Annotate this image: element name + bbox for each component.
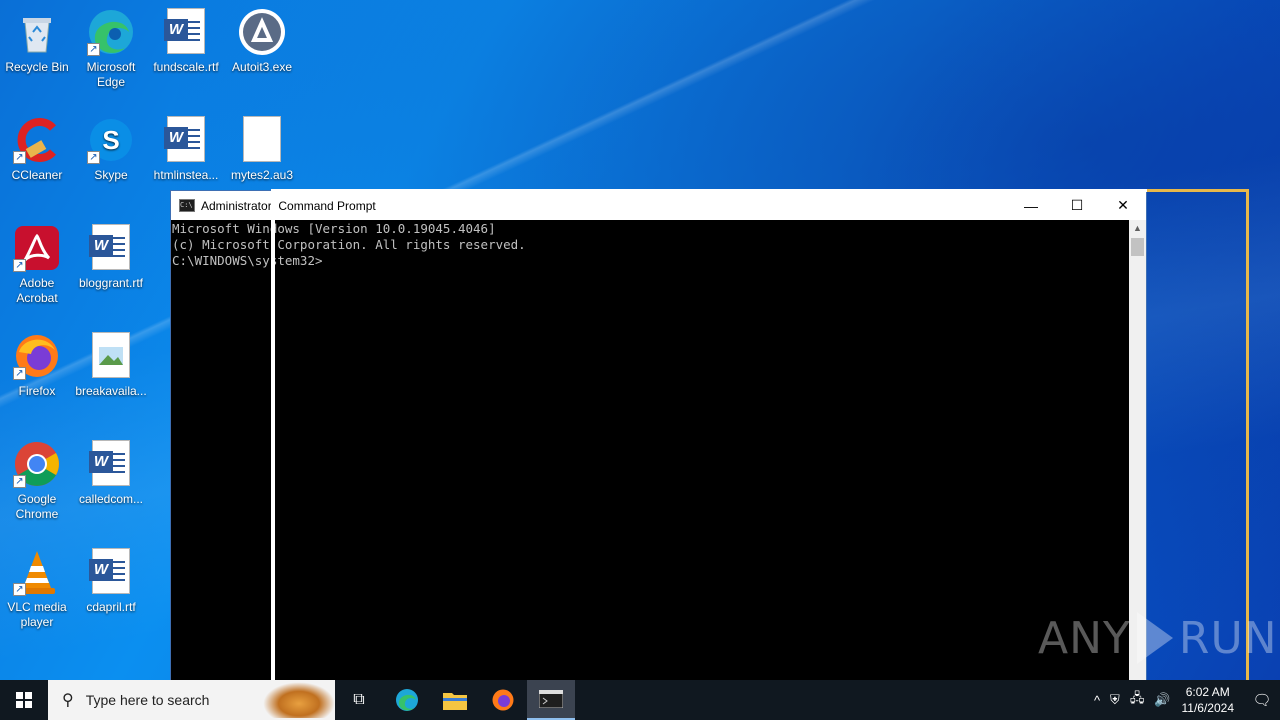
cmd-icon: C:\ [179, 199, 195, 212]
desktop-icon-htmlinstea[interactable]: W htmlinstea... [149, 116, 223, 183]
desktop-icon-mytes2[interactable]: mytes2.au3 [225, 116, 299, 183]
taskbar-edge-button[interactable] [383, 680, 431, 720]
play-triangle-icon [1136, 612, 1173, 664]
search-highlight-art-icon [263, 682, 335, 718]
taskbar-firefox-button[interactable] [479, 680, 527, 720]
desktop-icon-chrome[interactable]: ↗ Google Chrome [0, 440, 74, 522]
folder-icon [443, 693, 467, 710]
minimize-button[interactable]: — [1008, 191, 1054, 220]
desktop-icon-skype[interactable]: S ↗ Skype [74, 116, 148, 183]
console-prompt: C:\WINDOWS\system32> [172, 253, 323, 268]
desktop-icon-label: mytes2.au3 [230, 168, 294, 182]
shortcut-arrow-icon: ↗ [13, 151, 26, 164]
shortcut-arrow-icon: ↗ [13, 475, 26, 488]
autoit-icon [238, 8, 286, 56]
network-icon[interactable]: 🖧 [1130, 689, 1145, 711]
word-document-icon: W [162, 8, 210, 56]
scrollbar-thumb[interactable] [1131, 238, 1144, 256]
desktop-icon-label: cdapril.rtf [86, 600, 136, 614]
clock-date: 11/6/2024 [1181, 701, 1235, 715]
action-center-icon[interactable]: 🗨 [1244, 680, 1280, 720]
taskbar-file-explorer-button[interactable] [431, 680, 479, 720]
windows-logo-icon [16, 692, 32, 708]
scroll-up-arrow-icon[interactable]: ▲ [1129, 220, 1146, 237]
desktop-icon-label: VLC media player [7, 600, 67, 629]
window-title: Administrator: Command Prompt [201, 198, 376, 213]
tray-chevron-icon[interactable]: ^ [1094, 693, 1100, 708]
console-output[interactable]: Microsoft Windows [Version 10.0.19045.40… [171, 220, 1129, 699]
start-button[interactable] [0, 680, 48, 720]
shortcut-arrow-icon: ↗ [13, 583, 26, 596]
desktop-icon-acrobat[interactable]: ↗ Adobe Acrobat [0, 224, 74, 306]
watermark-right-text: RUN [1178, 612, 1278, 664]
acrobat-icon: ↗ [13, 224, 61, 272]
desktop-icon-label: bloggrant.rtf [78, 276, 144, 290]
desktop-icon-recycle-bin[interactable]: Recycle Bin [0, 8, 74, 75]
console-line: (c) Microsoft Corporation. All rights re… [172, 237, 526, 252]
svg-text:S: S [102, 125, 119, 155]
blank-file-icon [238, 116, 286, 164]
taskbar-search-box[interactable]: ⚲ Type here to search [48, 680, 335, 720]
desktop-icon-label: Google Chrome [15, 492, 59, 521]
desktop-icon-edge[interactable]: ↗ Microsoft Edge [74, 8, 148, 90]
system-tray: ^ ⛨ 🖧 🔊 6:02 AM 11/6/2024 🗨 [1089, 680, 1280, 720]
desktop-icon-label: Adobe Acrobat [16, 276, 58, 305]
desktop-icon-autoit[interactable]: Autoit3.exe [225, 8, 299, 75]
window-titlebar[interactable]: C:\ Administrator: Command Prompt — ☐ ✕ [171, 191, 1146, 220]
cmd-window[interactable]: C:\ Administrator: Command Prompt — ☐ ✕ … [170, 190, 1147, 700]
overlay-line-left [271, 190, 275, 680]
edge-icon: ↗ [87, 8, 135, 56]
window-controls: — ☐ ✕ [1008, 191, 1146, 220]
taskbar-cmd-button[interactable] [527, 680, 575, 720]
image-file-icon [87, 332, 135, 380]
task-view-icon: ⧉ [353, 691, 365, 708]
desktop-icon-label: CCleaner [11, 168, 63, 182]
desktop-icon-label: calledcom... [78, 492, 144, 506]
word-document-icon: W [87, 224, 135, 272]
shortcut-arrow-icon: ↗ [13, 259, 26, 272]
search-placeholder: Type here to search [85, 692, 210, 708]
desktop-icon-label: Autoit3.exe [231, 60, 293, 74]
desktop-icon-label: Microsoft Edge [86, 60, 136, 89]
taskbar: ⚲ Type here to search ⧉ ^ ⛨ 🖧 🔊 6:02 AM … [0, 680, 1280, 720]
edge-icon [396, 689, 418, 711]
clock-time: 6:02 AM [1185, 685, 1230, 699]
task-view-button[interactable]: ⧉ [335, 680, 383, 720]
close-button[interactable]: ✕ [1100, 191, 1146, 220]
search-icon: ⚲ [62, 692, 74, 709]
shortcut-arrow-icon: ↗ [87, 43, 100, 56]
console-line: Microsoft Windows [Version 10.0.19045.40… [172, 221, 496, 236]
desktop-icon-fundscale[interactable]: W fundscale.rtf [149, 8, 223, 75]
vlc-cone-icon: ↗ [13, 548, 61, 596]
word-document-icon: W [87, 440, 135, 488]
volume-icon[interactable]: 🔊 [1154, 692, 1170, 708]
desktop-icon-ccleaner[interactable]: ↗ CCleaner [0, 116, 74, 183]
desktop-icon-label: htmlinstea... [153, 168, 219, 182]
skype-icon: S ↗ [87, 116, 135, 164]
desktop-icon-vlc[interactable]: ↗ VLC media player [0, 548, 74, 630]
ccleaner-icon: ↗ [13, 116, 61, 164]
word-document-icon: W [162, 116, 210, 164]
anyrun-watermark: ANY RUN [1038, 612, 1278, 664]
recycle-bin-icon [13, 8, 61, 56]
desktop-icon-label: Firefox [18, 384, 56, 398]
desktop-icon-label: Skype [94, 168, 128, 182]
shortcut-arrow-icon: ↗ [13, 367, 26, 380]
word-document-icon: W [87, 548, 135, 596]
overlay-line-top [271, 189, 1147, 192]
firefox-icon: ↗ [13, 332, 61, 380]
cmd-icon [539, 690, 563, 708]
desktop-icon-label: Recycle Bin [5, 60, 69, 74]
security-icon[interactable]: ⛨ [1110, 692, 1120, 708]
chrome-icon: ↗ [13, 440, 61, 488]
desktop-icon-firefox[interactable]: ↗ Firefox [0, 332, 74, 399]
firefox-icon [492, 689, 514, 711]
watermark-left-text: ANY [1038, 612, 1131, 664]
clock[interactable]: 6:02 AM 11/6/2024 [1182, 684, 1235, 716]
desktop-icon-label: fundscale.rtf [153, 60, 219, 74]
maximize-button[interactable]: ☐ [1054, 191, 1100, 220]
shortcut-arrow-icon: ↗ [87, 151, 100, 164]
